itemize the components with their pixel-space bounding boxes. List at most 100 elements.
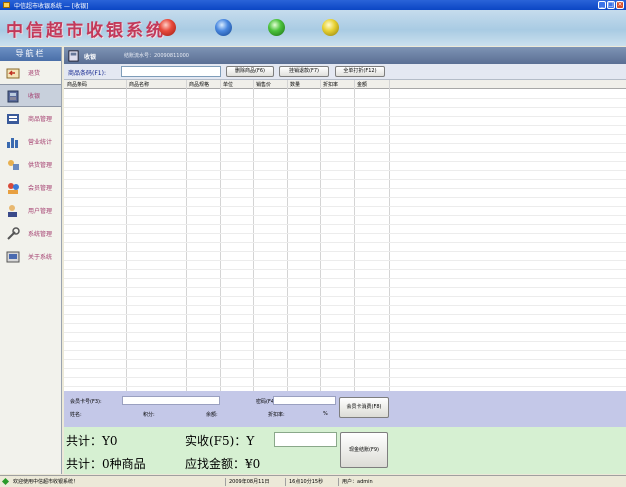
column-divider <box>126 80 127 391</box>
status-bar: 欢迎使用中信超市收银系统！ 2009年08月11日 16点10分15秒 用户：a… <box>0 475 626 487</box>
minimize-button[interactable]: _ <box>598 1 606 9</box>
status-date: 2009年08月11日 <box>225 478 269 486</box>
column-header[interactable]: 商品规格 <box>189 81 209 88</box>
column-divider <box>320 80 321 391</box>
sidebar-item-members[interactable]: 会员管理 <box>0 176 61 199</box>
row-divider <box>64 206 626 207</box>
system-tools-icon <box>7 226 20 240</box>
sidebar-item-label: 退货 <box>28 70 41 77</box>
received-label: 实收(F5)：Y <box>185 434 255 448</box>
column-header[interactable]: 金额 <box>357 81 367 88</box>
user-icon <box>8 204 17 217</box>
row-divider <box>64 278 626 279</box>
items-table[interactable]: 商品条码 商品名称 商品规格 单位 销售价 数量 折扣率 金额 <box>64 80 626 391</box>
sidebar: 导航栏 退货 收银 商品管理 营业统计 供货管理 会员管理 用户管理 系统管理 … <box>0 47 62 474</box>
sidebar-item-goods[interactable]: 商品管理 <box>0 107 61 130</box>
row-divider <box>64 350 626 351</box>
member-balance-label: 余额: <box>206 412 218 418</box>
table-header: 商品条码 商品名称 商品规格 单位 销售价 数量 折扣率 金额 <box>64 80 626 89</box>
row-divider <box>64 323 626 324</box>
column-divider <box>220 80 221 391</box>
row-divider <box>64 98 626 99</box>
hold-refund-button[interactable]: 挂销退款(F7) <box>279 66 329 77</box>
member-panel: 会员卡号(F3): 密码(F4): 会员卡消费(F8) 姓名: 积分: 余额: … <box>64 391 626 427</box>
column-header[interactable]: 商品名称 <box>129 81 149 88</box>
item-count: 共计：0种商品 <box>66 457 146 471</box>
row-divider <box>64 287 626 288</box>
row-divider <box>64 197 626 198</box>
row-divider <box>64 143 626 144</box>
sidebar-item-label: 供货管理 <box>28 162 53 169</box>
row-divider <box>64 116 626 117</box>
sidebar-item-label: 营业统计 <box>28 139 53 146</box>
close-button[interactable]: × <box>616 1 624 9</box>
password-input[interactable] <box>273 396 336 405</box>
column-header[interactable]: 商品条码 <box>67 81 87 88</box>
row-divider <box>64 188 626 189</box>
member-card-pay-button[interactable]: 会员卡消费(F8) <box>339 397 389 418</box>
status-time: 16点10分15秒 <box>285 478 323 486</box>
column-divider <box>287 80 288 391</box>
barcode-toolbar: 商品条码(F1): 删除商品(F6) 挂销退款(F7) 全单打折(F12) <box>64 64 626 80</box>
column-divider <box>186 80 187 391</box>
member-name-label: 姓名: <box>70 412 82 418</box>
sidebar-item-about[interactable]: 关于系统 <box>0 245 61 268</box>
total-amount: 共计：Y0 <box>66 434 118 448</box>
barcode-label: 商品条码(F1): <box>68 70 106 77</box>
row-divider <box>64 386 626 387</box>
sidebar-item-stats[interactable]: 营业统计 <box>0 130 61 153</box>
sidebar-item-supply[interactable]: 供货管理 <box>0 153 61 176</box>
row-divider <box>64 296 626 297</box>
row-divider <box>64 134 626 135</box>
sidebar-item-system[interactable]: 系统管理 <box>0 222 61 245</box>
barcode-input[interactable] <box>121 66 221 77</box>
received-input[interactable] <box>274 432 337 447</box>
row-divider <box>64 161 626 162</box>
sidebar-item-label: 用户管理 <box>28 208 53 215</box>
sidebar-item-return[interactable]: 退货 <box>0 61 61 84</box>
members-icon <box>8 182 19 194</box>
row-divider <box>64 152 626 153</box>
sidebar-item-label: 系统管理 <box>28 231 53 238</box>
remove-item-button[interactable]: 删除商品(F6) <box>226 66 274 77</box>
maximize-button[interactable]: □ <box>607 1 615 9</box>
member-discount-label: 折扣率: <box>268 412 285 418</box>
cash-checkout-button[interactable]: 现金结账(F9) <box>340 432 388 468</box>
sidebar-header: 导航栏 <box>0 47 61 61</box>
row-divider <box>64 332 626 333</box>
window-controls: _ □ × <box>598 1 624 9</box>
column-divider <box>253 80 254 391</box>
row-divider <box>64 377 626 378</box>
row-divider <box>64 125 626 126</box>
row-divider <box>64 107 626 108</box>
status-welcome: 欢迎使用中信超市收银系统！ <box>13 479 79 485</box>
column-header[interactable]: 数量 <box>290 81 300 88</box>
row-divider <box>64 314 626 315</box>
column-header[interactable]: 单位 <box>223 81 233 88</box>
cash-register-icon <box>68 50 79 62</box>
cash-register-icon <box>7 90 19 102</box>
app-title: 中信超市收银系统 <box>6 21 166 41</box>
column-divider <box>354 80 355 391</box>
sidebar-item-label: 会员管理 <box>28 185 53 192</box>
member-card-input[interactable] <box>122 396 220 405</box>
about-icon <box>6 251 20 262</box>
column-header[interactable]: 销售价 <box>256 81 271 88</box>
sidebar-item-label: 商品管理 <box>28 116 53 123</box>
sidebar-item-cashier[interactable]: 收银 <box>0 84 61 107</box>
member-points-label: 积分: <box>143 412 155 418</box>
member-discount-unit: % <box>323 411 328 417</box>
row-divider <box>64 242 626 243</box>
sidebar-item-users[interactable]: 用户管理 <box>0 199 61 222</box>
whole-order-discount-button[interactable]: 全单打折(F12) <box>335 66 385 77</box>
row-divider <box>64 170 626 171</box>
goods-management-icon <box>7 113 19 124</box>
window-title: 中信超市收银系统 — [收银] <box>14 3 89 10</box>
status-user: 用户：admin <box>338 478 373 486</box>
column-header[interactable]: 折扣率 <box>323 81 338 88</box>
row-divider <box>64 305 626 306</box>
order-number: 结账流水号：20090811000 <box>124 53 189 59</box>
supply-icon <box>8 159 19 170</box>
row-divider <box>64 224 626 225</box>
row-divider <box>64 269 626 270</box>
